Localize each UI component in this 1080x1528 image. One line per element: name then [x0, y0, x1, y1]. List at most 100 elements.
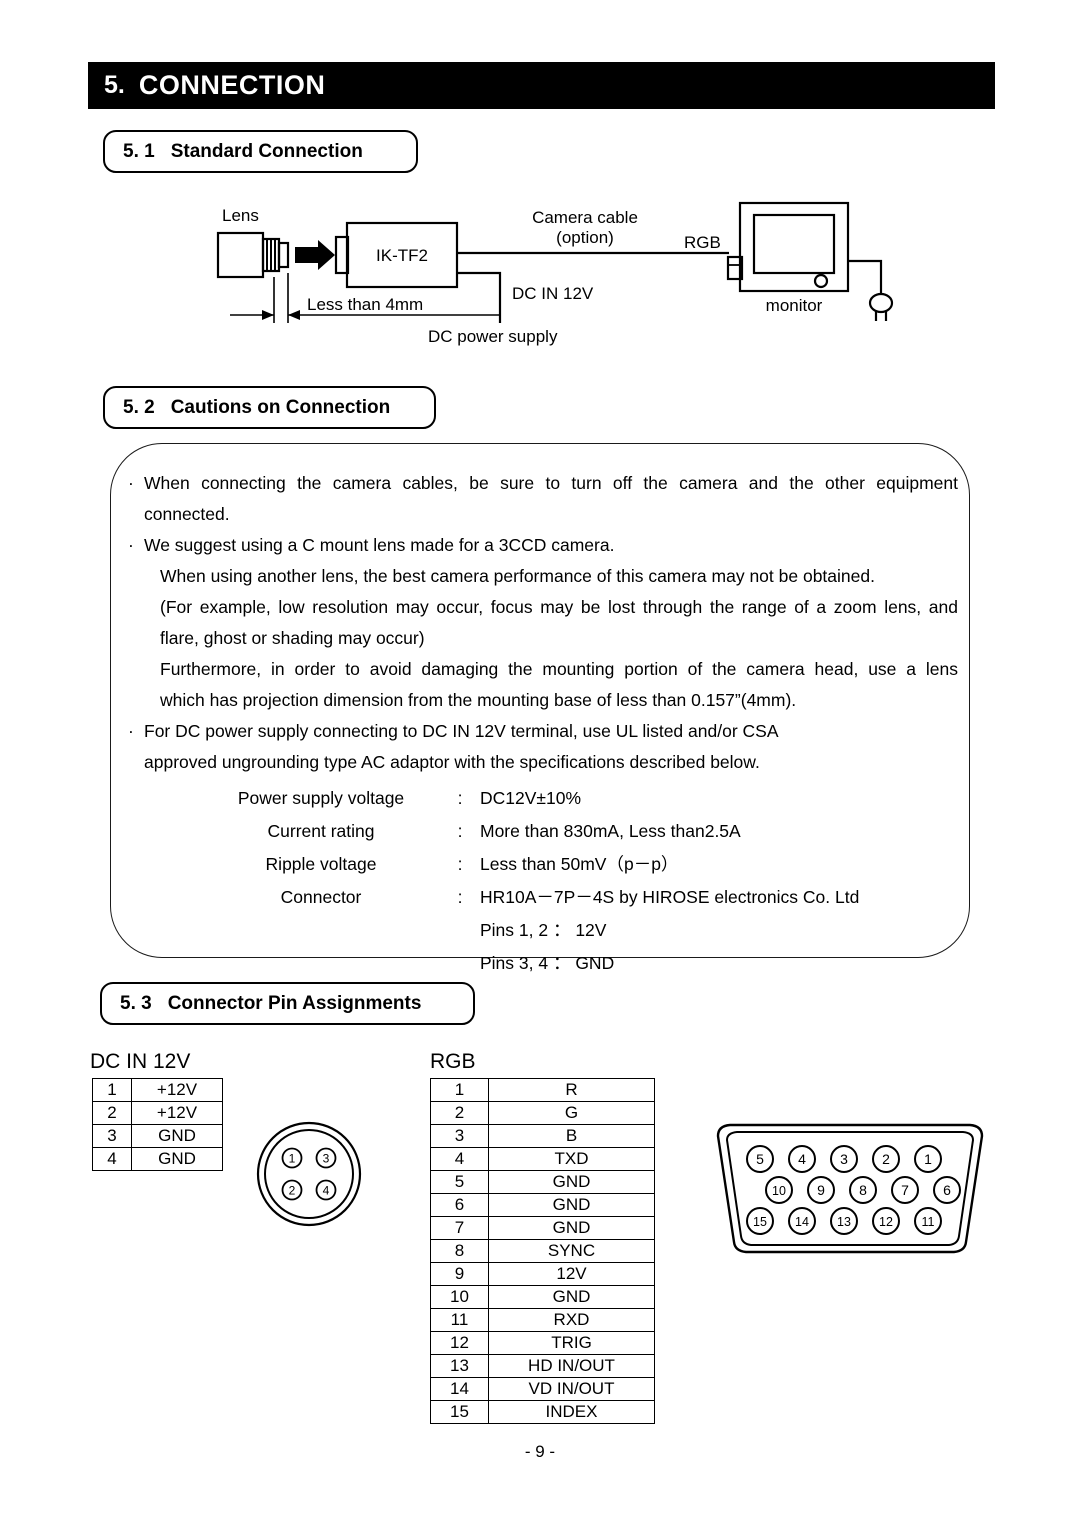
power-supply-spec-table: Power supply voltage: DC12V±10% Current ra… — [206, 782, 860, 980]
spec-colon: : — [457, 821, 463, 841]
pin-number: 15 — [430, 1400, 489, 1424]
bullet-marker: · — [128, 535, 134, 555]
table-row: 5 GND — [430, 1170, 655, 1194]
spec-colon — [450, 947, 470, 980]
spec-row: Power supply voltage: DC12V±10% — [206, 782, 859, 815]
connector-pin-label: 12 — [879, 1215, 893, 1229]
rgb-dsub-connector-diagram: 5 4 3 2 1 10 9 8 7 6 15 14 13 12 11 — [716, 1123, 984, 1254]
connector-pin-label: 15 — [753, 1215, 767, 1229]
pin-number: 1 — [430, 1078, 489, 1102]
spec-colon: : — [457, 887, 463, 907]
connector-pin-label: 3 — [840, 1151, 848, 1167]
pin-number: 5 — [430, 1170, 489, 1194]
pin-signal: 12V — [488, 1262, 655, 1286]
pin-signal: B — [488, 1124, 655, 1148]
pin-signal: HD IN/OUT — [488, 1354, 655, 1378]
dcin-table-caption: DC IN 12V — [90, 1050, 191, 1073]
connector-pin-label: 11 — [922, 1215, 935, 1229]
table-row: 3B — [430, 1124, 655, 1148]
spec-row: Connector: HR10A－7P－4S by HIROSE electron… — [206, 881, 860, 914]
spec-value: HR10A－7P－4S by HIROSE electronics Co. Lt… — [480, 887, 860, 907]
pin-number: 14 — [430, 1377, 489, 1401]
pin-signal: +12V — [131, 1101, 223, 1125]
spec-colon: : — [457, 854, 463, 874]
section-title: Standard Connection — [170, 140, 363, 162]
diagram-label-rgb: RGB — [684, 233, 721, 252]
bullet-marker: · — [128, 721, 134, 741]
pin-number: 9 — [430, 1262, 489, 1286]
pin-number: 11 — [430, 1308, 489, 1332]
spec-label: Power supply voltage — [237, 788, 405, 808]
spec-value: More than 830mA, Less than2.5A — [480, 821, 741, 841]
spec-value: Pins 1, 2 ： 12V — [480, 920, 607, 940]
pin-number: 8 — [430, 1239, 489, 1263]
pin-signal: +12V — [131, 1078, 223, 1102]
pin-number: 3 — [92, 1124, 132, 1148]
caution-2-line-3: (For example, low resolution may occur, … — [160, 597, 958, 617]
pin-signal: GND — [488, 1193, 655, 1217]
diagram-label-lens: Lens — [222, 206, 259, 225]
caution-2-line-6: which has projection dimension from the … — [160, 690, 797, 710]
pin-number: 13 — [430, 1354, 489, 1378]
diagram-label-dc-in: DC IN 12V — [512, 284, 594, 303]
pin-number: 7 — [430, 1216, 489, 1240]
pin-number: 3 — [430, 1124, 489, 1148]
spec-value: DC12V±10% — [480, 788, 582, 808]
connector-pin-label: 7 — [901, 1182, 909, 1198]
spec-label: Ripple voltage — [265, 854, 377, 874]
rgb-pin-table: 1 R 2 G 3 B 4 TXD 5 GND 6 GND 7 GND 8 SYNC 9 12V 10 GND 11 RX… — [430, 1078, 655, 1424]
pin-number: 2 — [92, 1101, 132, 1125]
rgb-table-caption: RGB — [430, 1050, 476, 1073]
pin-signal: TXD — [488, 1147, 655, 1171]
standard-connection-diagram: Lens IK-TF2 Less than 4mm Camera cable (… — [216, 201, 894, 346]
table-row: 6 GND — [430, 1193, 655, 1217]
spec-label: Current rating — [267, 821, 375, 841]
section-heading-standard-connection: 5. 1 Standard Connection — [103, 130, 418, 173]
connector-pin-label: 4 — [798, 1151, 806, 1167]
section-number: 5. 1 — [123, 140, 155, 162]
pin-signal: GND — [131, 1124, 223, 1148]
connector-pin-label: 14 — [795, 1215, 809, 1229]
pin-number: 6 — [430, 1193, 489, 1217]
spec-table-body: Power supply voltage: DC12V±10% Current ra… — [206, 782, 860, 980]
spec-colon — [450, 914, 470, 947]
pin-signal: TRIG — [488, 1331, 655, 1355]
pin-signal: R — [488, 1078, 655, 1102]
connector-pin-label: 5 — [756, 1151, 764, 1167]
pin-signal: RXD — [488, 1308, 655, 1332]
connector-pin-label: 10 — [772, 1184, 786, 1198]
chapter-title: CONNECTION — [138, 70, 326, 100]
connector-pin-label: 13 — [837, 1215, 851, 1229]
spec-label — [206, 947, 450, 980]
connector-pin-label: 9 — [817, 1182, 825, 1198]
caution-2-line-5: Furthermore, in order to avoid damaging … — [160, 659, 958, 679]
table-row: 15 INDEX — [430, 1400, 655, 1424]
pin-signal: GND — [488, 1170, 655, 1194]
table-row: 1R — [430, 1078, 655, 1102]
caution-item-1: · When connecting the camera cables, be … — [128, 468, 958, 530]
section-heading-connector-pin-assignments: 5. 3 Connector Pin Assignments — [100, 982, 475, 1025]
section-title: Connector Pin Assignments — [167, 992, 422, 1014]
connector-pin-label: 2 — [882, 1151, 890, 1167]
pin-number: 12 — [430, 1331, 489, 1355]
caution-1-line-1: When connecting the camera cables, be su… — [144, 473, 958, 493]
table-row: 9 12V — [430, 1262, 655, 1286]
diagram-label-dc-power-supply: DC power supply — [428, 327, 558, 346]
cautions-content: · When connecting the camera cables, be … — [128, 468, 958, 980]
dcin-pin-table: 1 +12V 2 +12V 3 GND 4 GND — [92, 1078, 223, 1171]
spec-row: Pins 3, 4 ： GND — [206, 947, 859, 980]
table-row: 11 RXD — [430, 1308, 655, 1332]
spec-row: Pins 1, 2 ： 12V — [206, 914, 859, 947]
spec-row: Current rating: More than 830mA, Less tha… — [206, 815, 859, 848]
caution-3-line-2: approved ungrounding type AC adaptor wit… — [144, 752, 760, 772]
pin-signal: VD IN/OUT — [488, 1377, 655, 1401]
connector-pin-label: 4 — [323, 1184, 330, 1198]
caution-1-line-2: connected. — [144, 504, 230, 524]
spec-colon: : — [457, 788, 463, 808]
dcin-table-body: 1 +12V 2 +12V 3 GND 4 GND — [92, 1078, 223, 1171]
connector-pin-label: 3 — [323, 1152, 330, 1166]
spec-value: Less than 50mV（p－p） — [480, 854, 679, 874]
connector-pin-label: 6 — [943, 1182, 951, 1198]
table-row: 4 GND — [92, 1147, 223, 1171]
pin-signal: GND — [131, 1147, 223, 1171]
